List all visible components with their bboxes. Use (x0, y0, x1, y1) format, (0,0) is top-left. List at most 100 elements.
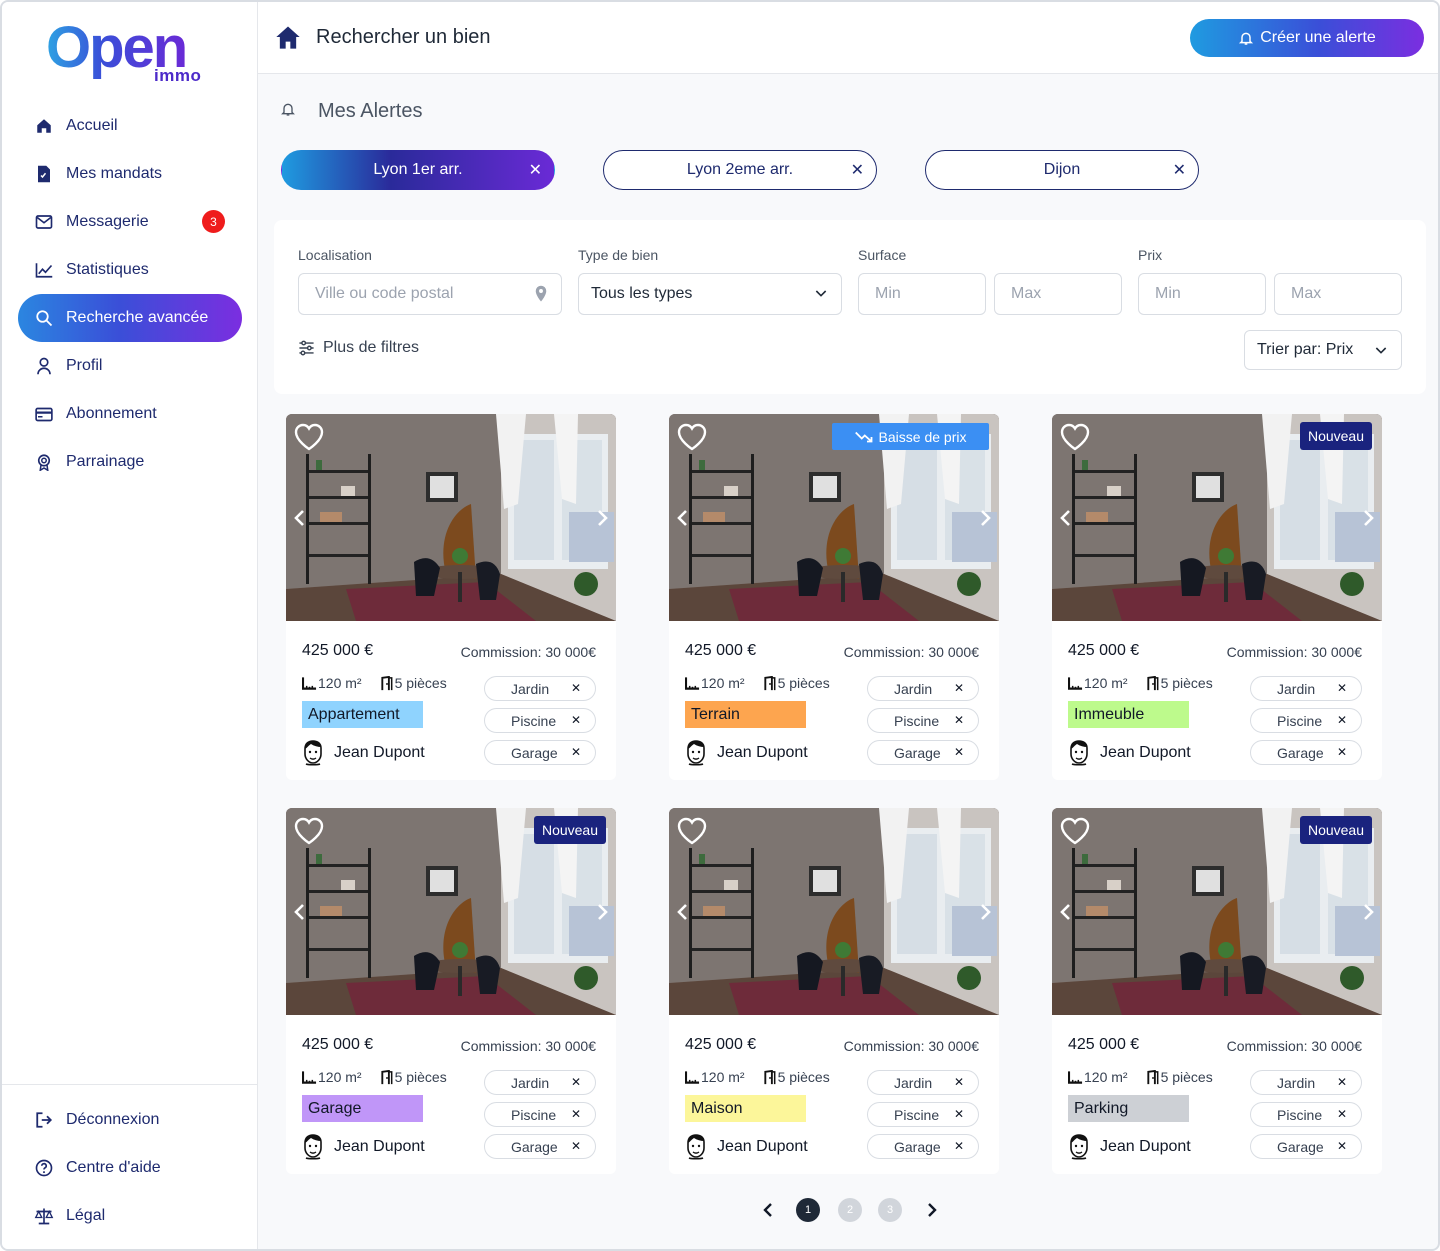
remove-amenity-icon[interactable]: ✕ (954, 745, 964, 759)
remove-amenity-icon[interactable]: ✕ (954, 681, 964, 695)
chevron-right-icon[interactable] (1358, 506, 1378, 530)
door-icon (1146, 1069, 1160, 1085)
price-min-input[interactable]: Min (1138, 273, 1266, 315)
location-input[interactable]: Ville ou code postal (298, 273, 562, 315)
listing-card[interactable]: Baisse de prix 425 000 € Commission: 30 … (669, 414, 999, 780)
remove-amenity-icon[interactable]: ✕ (954, 1075, 964, 1089)
chevron-right-icon[interactable] (1358, 900, 1378, 924)
ruler-icon (302, 676, 317, 690)
favorite-heart-icon[interactable] (677, 817, 707, 845)
sidebar-item-recherche-avancee[interactable]: Recherche avancée (18, 294, 242, 342)
amenity-tag: Piscine ✕ (484, 1102, 596, 1127)
sort-select[interactable]: Trier par: Prix (1244, 330, 1402, 370)
alert-chip[interactable]: Lyon 2eme arr. ✕ (603, 150, 877, 190)
listing-card[interactable]: Nouveau 425 000 € Commission: 30 000€ 12… (1052, 808, 1382, 1174)
remove-amenity-icon[interactable]: ✕ (571, 745, 581, 759)
door-icon (380, 1069, 394, 1085)
agent-name: Jean Dupont (717, 1138, 808, 1155)
chevron-right-icon[interactable] (592, 506, 612, 530)
sidebar-item-abonnement[interactable]: Abonnement (18, 390, 242, 438)
listing-specs: 120 m² 5 pièces (302, 675, 465, 691)
page-button[interactable]: 3 (878, 1198, 902, 1222)
chevron-left-icon[interactable] (673, 900, 693, 924)
amenity-tag: Piscine ✕ (867, 1102, 979, 1127)
remove-alert-icon[interactable]: ✕ (851, 160, 864, 180)
rooms-spec: 5 pièces (763, 1069, 830, 1085)
home-icon[interactable] (274, 24, 302, 55)
listing-specs: 120 m² 5 pièces (685, 675, 848, 691)
sidebar-item-parrainage[interactable]: Parrainage (18, 438, 242, 486)
remove-amenity-icon[interactable]: ✕ (1337, 745, 1347, 759)
favorite-heart-icon[interactable] (677, 423, 707, 451)
chevron-right-icon[interactable] (975, 900, 995, 924)
remove-amenity-icon[interactable]: ✕ (1337, 1075, 1347, 1089)
listing-card[interactable]: Nouveau 425 000 € Commission: 30 000€ 12… (1052, 414, 1382, 780)
sidebar-item-centre-aide[interactable]: Centre d'aide (18, 1144, 242, 1192)
remove-amenity-icon[interactable]: ✕ (571, 1139, 581, 1153)
listing-card[interactable]: 425 000 € Commission: 30 000€ 120 m² 5 p… (669, 808, 999, 1174)
amenity-tag: Garage ✕ (484, 740, 596, 765)
chevron-left-icon[interactable] (1056, 900, 1076, 924)
chevron-left-icon[interactable] (1056, 506, 1076, 530)
remove-amenity-icon[interactable]: ✕ (1337, 681, 1347, 695)
page-button[interactable]: 2 (838, 1198, 862, 1222)
listing-photo: Nouveau (1052, 414, 1382, 621)
remove-alert-icon[interactable]: ✕ (529, 160, 542, 180)
remove-amenity-icon[interactable]: ✕ (954, 713, 964, 727)
search-filters: Localisation Ville ou code postal Type d… (274, 220, 1426, 394)
price-max-input[interactable]: Max (1274, 273, 1402, 315)
favorite-heart-icon[interactable] (1060, 817, 1090, 845)
chevron-right-icon[interactable] (592, 900, 612, 924)
remove-amenity-icon[interactable]: ✕ (954, 1107, 964, 1121)
listing-photo: Baisse de prix (669, 414, 999, 621)
listing-price: 425 000 € (685, 642, 757, 659)
alerts-header: Mes Alertes (280, 100, 422, 123)
remove-amenity-icon[interactable]: ✕ (1337, 1139, 1347, 1153)
favorite-heart-icon[interactable] (294, 423, 324, 451)
sidebar-item-label: Légal (66, 1207, 106, 1224)
surface-min-input[interactable]: Min (858, 273, 986, 315)
surface-max-input[interactable]: Max (994, 273, 1122, 315)
chevron-right-icon[interactable] (975, 506, 995, 530)
page-button[interactable]: 1 (796, 1198, 820, 1222)
alert-chip[interactable]: Lyon 1er arr. ✕ (281, 150, 555, 190)
remove-amenity-icon[interactable]: ✕ (1337, 713, 1347, 727)
chevron-left-icon[interactable] (290, 900, 310, 924)
listing-photo: Nouveau (286, 808, 616, 1015)
sidebar-item-profil[interactable]: Profil (18, 342, 242, 390)
sidebar-item-messagerie[interactable]: Messagerie 3 (18, 198, 242, 246)
amenity-tag: Jardin ✕ (484, 1070, 596, 1095)
agent-avatar-icon (1070, 1134, 1088, 1160)
next-page-icon[interactable] (922, 1200, 942, 1220)
remove-amenity-icon[interactable]: ✕ (571, 713, 581, 727)
previous-page-icon[interactable] (758, 1200, 778, 1220)
sidebar-item-legal[interactable]: Légal (18, 1192, 242, 1240)
sidebar-item-deconnexion[interactable]: Déconnexion (18, 1096, 242, 1144)
agent-name: Jean Dupont (1100, 744, 1191, 761)
sidebar-item-mes-mandats[interactable]: Mes mandats (18, 150, 242, 198)
sidebar-item-statistiques[interactable]: Statistiques (18, 246, 242, 294)
remove-amenity-icon[interactable]: ✕ (954, 1139, 964, 1153)
listing-commission: Commission: 30 000€ (460, 644, 596, 660)
chevron-left-icon[interactable] (673, 506, 693, 530)
listing-card[interactable]: 425 000 € Commission: 30 000€ 120 m² 5 p… (286, 414, 616, 780)
property-type-select[interactable]: Tous les types (578, 273, 842, 315)
agent-name: Jean Dupont (717, 744, 808, 761)
more-filters-button[interactable]: Plus de filtres (298, 339, 419, 357)
sidebar-item-accueil[interactable]: Accueil (18, 102, 242, 150)
favorite-heart-icon[interactable] (294, 817, 324, 845)
unread-badge: 3 (202, 210, 225, 233)
remove-alert-icon[interactable]: ✕ (1173, 160, 1186, 180)
chevron-left-icon[interactable] (290, 506, 310, 530)
remove-amenity-icon[interactable]: ✕ (571, 681, 581, 695)
remove-amenity-icon[interactable]: ✕ (571, 1107, 581, 1121)
listing-photo (286, 414, 616, 621)
agent: Jean Dupont (302, 1134, 425, 1160)
favorite-heart-icon[interactable] (1060, 423, 1090, 451)
listing-card[interactable]: Nouveau 425 000 € Commission: 30 000€ 12… (286, 808, 616, 1174)
create-alert-button[interactable]: Créer une alerte (1190, 19, 1424, 57)
remove-amenity-icon[interactable]: ✕ (1337, 1107, 1347, 1121)
alert-chip[interactable]: Dijon ✕ (925, 150, 1199, 190)
agent-avatar-icon (1070, 740, 1088, 766)
remove-amenity-icon[interactable]: ✕ (571, 1075, 581, 1089)
